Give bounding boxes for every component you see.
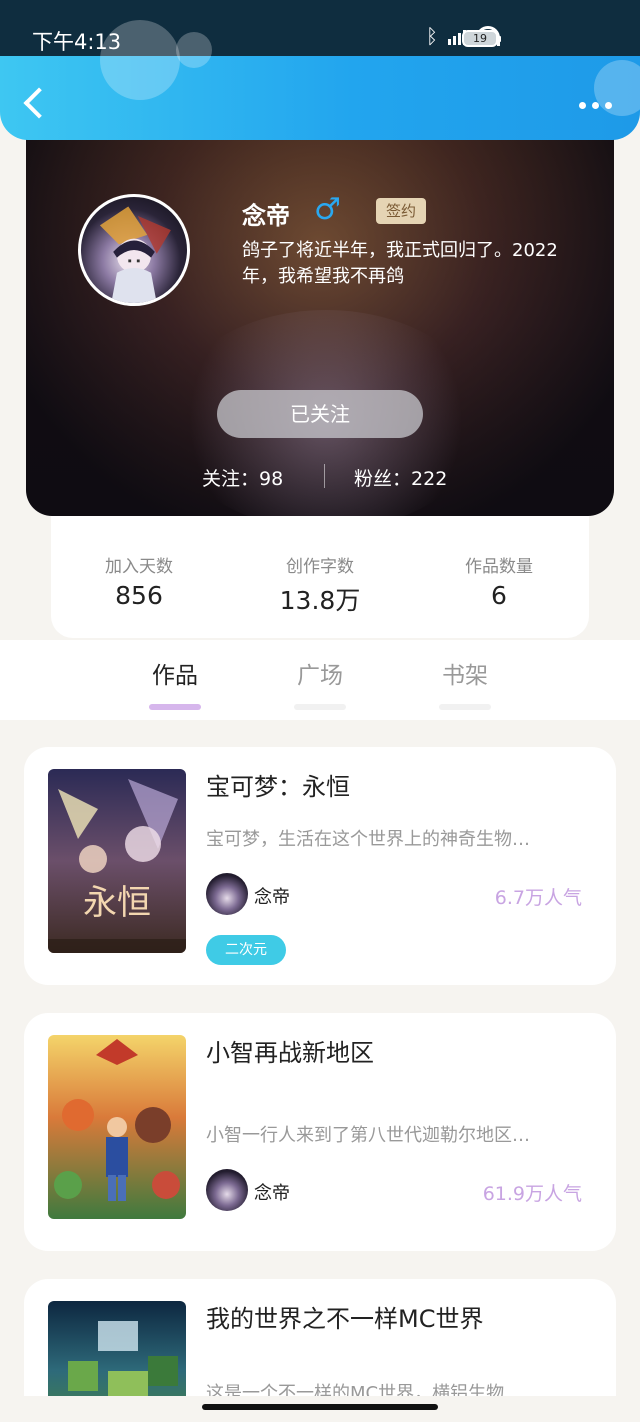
more-options-button[interactable] [579, 102, 612, 109]
tab-label: 广场 [297, 663, 343, 689]
tab-works[interactable]: 作品 [135, 656, 215, 710]
genre-tag[interactable]: 二次元 [206, 935, 286, 965]
battery-level: 19 [473, 32, 487, 45]
profile-bio: 鸽子了将近半年，我正式回归了。2022年，我希望我不再鸽 [242, 240, 558, 287]
work-cover[interactable]: 永恒 [48, 769, 186, 953]
avatar[interactable] [78, 194, 190, 306]
following-label: 关注： [202, 468, 260, 490]
profile-banner: 念帝 ♂ 签约 鸽子了将近半年，我正式回归了。2022年，我希望我不再鸽 已关注… [26, 130, 614, 516]
work-card[interactable]: 小智再战新地区 小智一行人来到了第八世代迦勒尔地区… 念帝 61.9万人气 [24, 1013, 616, 1251]
stat-value: 6 [491, 581, 507, 610]
follow-button[interactable]: 已关注 [217, 390, 423, 438]
bluetooth-icon: ᛒ [426, 24, 438, 48]
stat-join-days: 加入天数 856 [59, 552, 219, 610]
fans-count: 222 [411, 468, 448, 490]
popularity-count: 61.9万人气 [482, 1183, 582, 1205]
tab-bar: 作品 广场 书架 [0, 640, 640, 720]
decor-bubble [176, 32, 212, 68]
popularity-count: 6.7万人气 [494, 887, 582, 909]
stat-value: 856 [115, 581, 163, 610]
work-title[interactable]: 宝可梦：永恒 [206, 767, 350, 802]
stat-word-count: 创作字数 13.8万 [240, 552, 400, 617]
male-icon: ♂ [314, 192, 341, 227]
stat-label: 创作字数 [286, 557, 354, 577]
stat-value: 13.8万 [279, 586, 361, 615]
stats-divider [324, 464, 325, 488]
author-avatar[interactable] [206, 1169, 248, 1211]
cover-image: 永恒 [48, 769, 186, 953]
profile-name: 念帝 [242, 202, 290, 230]
top-header [0, 20, 640, 140]
work-title[interactable]: 我的世界之不一样MC世界 [206, 1299, 483, 1334]
work-title[interactable]: 小智再战新地区 [206, 1033, 374, 1068]
tab-label: 作品 [152, 663, 198, 689]
stat-work-count: 作品数量 6 [419, 552, 579, 610]
following-count: 98 [259, 468, 284, 490]
stat-label: 作品数量 [465, 557, 533, 577]
status-bar: 下午4:13 ᛒ 19 [0, 0, 640, 60]
fans-label: 粉丝： [354, 468, 412, 490]
stats-card: 加入天数 856 创作字数 13.8万 作品数量 6 [51, 516, 589, 638]
back-button[interactable] [22, 86, 46, 122]
author-name: 念帝 [254, 887, 290, 908]
decor-bubble [100, 20, 180, 100]
tab-square[interactable]: 广场 [280, 656, 360, 710]
tab-label: 书架 [442, 663, 488, 689]
avatar-image [99, 206, 171, 303]
work-description: 小智一行人来到了第八世代迦勒尔地区… [206, 1125, 530, 1146]
tab-active-indicator [149, 704, 201, 710]
stat-label: 加入天数 [105, 557, 173, 577]
cover-image [48, 1035, 186, 1219]
svg-text:永恒: 永恒 [83, 883, 151, 923]
work-card[interactable]: 永恒 宝可梦：永恒 宝可梦，生活在这个世界上的神奇生物… 念帝 6.7万人气 二… [24, 747, 616, 985]
work-cover[interactable] [48, 1035, 186, 1219]
home-indicator[interactable] [202, 1404, 438, 1410]
follow-stats: 关注：98 粉丝：222 [26, 462, 614, 492]
author-name: 念帝 [254, 1183, 290, 1204]
battery-icon: 19 [462, 30, 501, 47]
following-stat[interactable]: 关注：98 [202, 464, 283, 491]
signed-badge: 签约 [376, 198, 426, 224]
tab-bookshelf[interactable]: 书架 [425, 656, 505, 710]
work-description: 宝可梦，生活在这个世界上的神奇生物… [206, 829, 530, 850]
author-avatar[interactable] [206, 873, 248, 915]
fans-stat[interactable]: 粉丝：222 [354, 464, 447, 491]
